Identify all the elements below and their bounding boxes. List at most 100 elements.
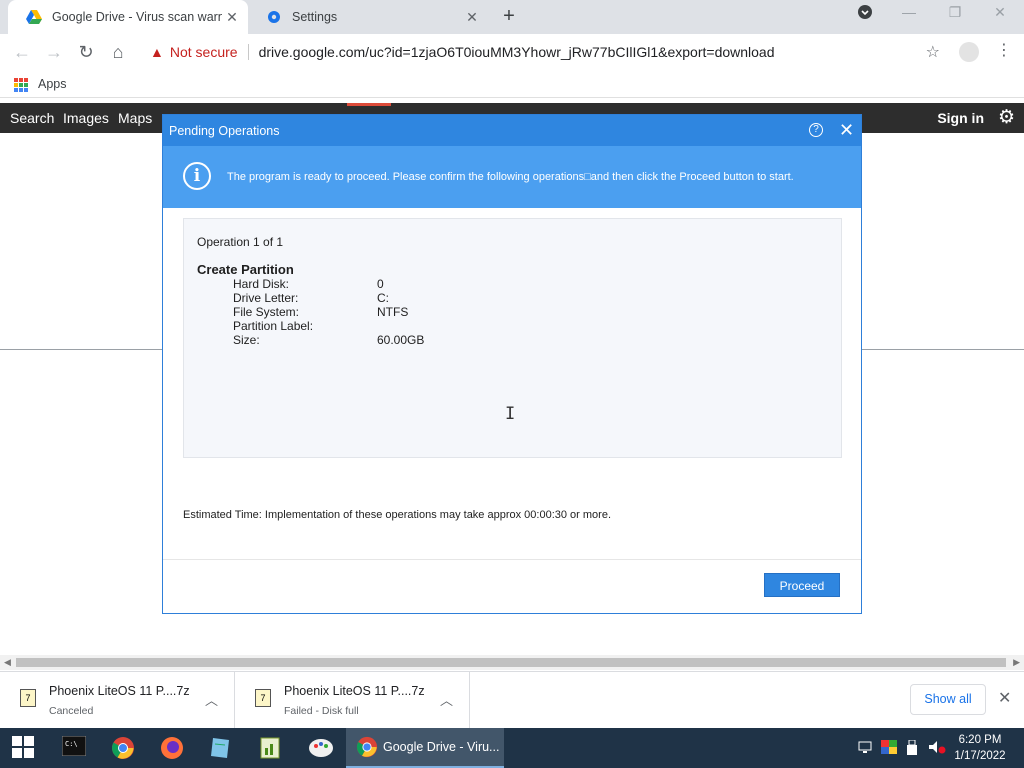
windows-taskbar: C:\ Google Drive - Viru... 6:20 PM 1/17/… xyxy=(0,728,1024,768)
paint-icon[interactable] xyxy=(308,736,333,760)
close-tab-icon[interactable]: ✕ xyxy=(462,9,482,26)
spreadsheet-icon[interactable] xyxy=(258,736,282,760)
chevron-up-icon[interactable]: ︿ xyxy=(440,690,453,709)
windows-start-icon[interactable] xyxy=(12,736,36,760)
download-status: Failed - Disk full xyxy=(284,705,359,717)
tab-title: Settings xyxy=(292,10,338,24)
tab-strip: Google Drive - Virus scan warnin ✕ Setti… xyxy=(0,0,1024,34)
url-text[interactable]: drive.google.com/uc?id=1zjaO6T0iouMM3Yho… xyxy=(259,44,775,60)
bookmark-star-icon[interactable]: ☆ xyxy=(926,42,940,62)
archive-file-icon: 7 xyxy=(255,689,271,707)
field-value: 60.00GB xyxy=(377,333,425,347)
field-label: Drive Letter: xyxy=(233,291,299,305)
reload-icon[interactable]: ↻ xyxy=(74,40,98,64)
forward-arrow-icon[interactable]: → xyxy=(42,40,66,64)
field-row-hard-disk: Hard Disk: 0 xyxy=(233,277,633,291)
clock-time: 6:20 PM xyxy=(958,734,1002,746)
field-value: C: xyxy=(377,291,389,305)
dialog-title: Pending Operations xyxy=(169,124,280,138)
taskbar-chrome-window[interactable]: Google Drive - Viru... xyxy=(346,728,504,768)
svg-text:C:\: C:\ xyxy=(65,740,78,748)
clock-date: 1/17/2022 xyxy=(954,750,1006,762)
download-shelf: 7 Phoenix LiteOS 11 P....7z Canceled ︿ 7… xyxy=(0,671,1024,728)
settings-gear-icon xyxy=(266,9,282,25)
color-app-icon[interactable] xyxy=(881,740,897,757)
chrome-icon[interactable] xyxy=(111,736,135,760)
command-prompt-icon[interactable]: C:\ xyxy=(61,735,87,760)
gbar-maps-link[interactable]: Maps xyxy=(118,110,152,126)
apps-grid-icon[interactable] xyxy=(14,78,28,92)
page-divider-right xyxy=(862,349,1024,350)
show-all-button[interactable]: Show all xyxy=(910,684,986,715)
field-value: NTFS xyxy=(377,305,409,319)
field-value: 0 xyxy=(377,277,384,291)
field-label: File System: xyxy=(233,305,300,319)
scrollbar-thumb[interactable] xyxy=(16,658,1006,667)
help-icon[interactable]: ? xyxy=(809,123,823,137)
chrome-icon xyxy=(356,736,380,760)
estimated-time-text: Estimated Time: Implementation of these … xyxy=(183,509,612,521)
text-cursor-icon: I xyxy=(505,404,516,424)
scroll-left-arrow-icon[interactable]: ◀ xyxy=(4,657,11,668)
scroll-right-arrow-icon[interactable]: ▶ xyxy=(1013,657,1020,668)
apps-bookmark[interactable]: Apps xyxy=(38,77,67,91)
archive-file-icon: 7 xyxy=(20,689,36,707)
warning-triangle-icon: ▲ xyxy=(150,44,164,60)
volume-muted-icon[interactable] xyxy=(928,740,946,757)
google-drive-icon xyxy=(26,9,42,25)
close-window-icon[interactable]: ✕ xyxy=(985,4,1015,21)
sign-in-link[interactable]: Sign in xyxy=(937,110,984,126)
gear-icon[interactable]: ⚙ xyxy=(998,106,1015,129)
gbar-images-link[interactable]: Images xyxy=(63,110,109,126)
restore-icon[interactable]: ❐ xyxy=(940,4,970,21)
not-secure-label[interactable]: Not secure xyxy=(170,44,238,60)
page-divider-left xyxy=(0,349,162,350)
profile-avatar-icon[interactable] xyxy=(959,42,979,62)
field-row-file-system: File System: NTFS xyxy=(233,305,633,319)
dialog-close-icon[interactable]: ✕ xyxy=(839,120,854,141)
close-shelf-icon[interactable]: ✕ xyxy=(998,688,1011,708)
firefox-icon[interactable] xyxy=(160,736,184,760)
field-label: Size: xyxy=(233,333,260,347)
tab-settings[interactable]: Settings ✕ xyxy=(248,0,488,34)
dialog-info-banner: i The program is ready to proceed. Pleas… xyxy=(163,146,861,208)
field-row-drive-letter: Drive Letter: C: xyxy=(233,291,633,305)
tab-search-icon[interactable] xyxy=(850,4,880,23)
home-icon[interactable]: ⌂ xyxy=(106,40,130,64)
notepad-icon[interactable] xyxy=(209,736,233,760)
usb-eject-icon[interactable] xyxy=(906,739,918,759)
omnibox-divider xyxy=(247,44,249,60)
address-bar[interactable]: ▲ Not secure drive.google.com/uc?id=1zja… xyxy=(140,38,948,66)
browser-toolbar: ← → ↻ ⌂ ▲ Not secure drive.google.com/uc… xyxy=(0,34,1024,70)
pending-operations-dialog: Pending Operations ? ✕ i The program is … xyxy=(162,114,862,614)
chevron-up-icon[interactable]: ︿ xyxy=(205,690,218,709)
back-arrow-icon[interactable]: ← xyxy=(10,40,34,64)
new-tab-icon[interactable]: + xyxy=(498,5,520,27)
network-icon[interactable] xyxy=(858,740,872,757)
operation-name: Create Partition xyxy=(197,262,294,277)
gbar-active-accent xyxy=(347,103,391,106)
dialog-title-bar: Pending Operations ? ✕ xyxy=(163,115,861,146)
download-filename: Phoenix LiteOS 11 P....7z xyxy=(49,684,190,698)
field-row-size: Size: 60.00GB xyxy=(233,333,633,347)
download-item[interactable]: 7 Phoenix LiteOS 11 P....7z Canceled ︿ xyxy=(0,672,235,728)
close-tab-icon[interactable]: ✕ xyxy=(222,9,242,26)
dialog-footer-divider xyxy=(163,559,861,560)
tab-title: Google Drive - Virus scan warnin xyxy=(52,10,222,24)
field-label: Hard Disk: xyxy=(233,277,290,291)
info-icon: i xyxy=(183,162,211,190)
system-clock[interactable]: 6:20 PM 1/17/2022 xyxy=(950,732,1010,764)
menu-kebab-icon[interactable]: ⋮ xyxy=(996,40,1012,60)
horizontal-scrollbar[interactable]: ◀ ▶ xyxy=(0,655,1024,670)
operation-counter: Operation 1 of 1 xyxy=(197,235,284,249)
download-status: Canceled xyxy=(49,705,94,717)
gbar-search-link[interactable]: Search xyxy=(10,110,54,126)
minimize-icon[interactable]: — xyxy=(894,4,924,20)
tab-google-drive[interactable]: Google Drive - Virus scan warnin ✕ xyxy=(8,0,248,34)
bookmarks-bar: Apps xyxy=(0,70,1024,98)
download-item[interactable]: 7 Phoenix LiteOS 11 P....7z Failed - Dis… xyxy=(235,672,470,728)
info-message: The program is ready to proceed. Please … xyxy=(227,171,794,183)
taskbar-window-label: Google Drive - Viru... xyxy=(383,740,500,754)
proceed-button[interactable]: Proceed xyxy=(764,573,840,597)
download-filename: Phoenix LiteOS 11 P....7z xyxy=(284,684,425,698)
